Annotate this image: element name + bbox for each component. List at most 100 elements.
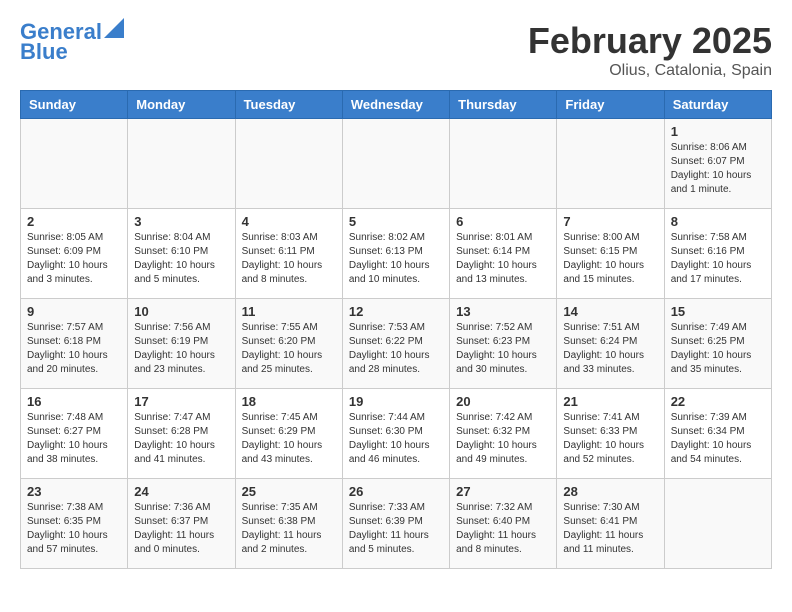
calendar-cell: 2 Sunrise: 8:05 AM Sunset: 6:09 PM Daylig… (21, 209, 128, 299)
weekday-header: Monday (128, 91, 235, 119)
day-info: Sunrise: 8:03 AM Sunset: 6:11 PM Dayligh… (242, 231, 336, 287)
day-number: 13 (456, 304, 550, 319)
calendar-cell: 3 Sunrise: 8:04 AM Sunset: 6:10 PM Daylig… (128, 209, 235, 299)
calendar-cell (450, 119, 557, 209)
day-info: Sunrise: 7:36 AM Sunset: 6:37 PM Dayligh… (134, 501, 228, 557)
calendar-cell (128, 119, 235, 209)
calendar-body: 1 Sunrise: 8:06 AM Sunset: 6:07 PM Daylig… (21, 119, 772, 569)
day-info: Sunrise: 7:58 AM Sunset: 6:16 PM Dayligh… (671, 231, 765, 287)
calendar-cell: 19Sunrise: 7:44 AM Sunset: 6:30 PM Dayli… (342, 389, 449, 479)
weekday-header: Friday (557, 91, 664, 119)
day-number: 1 (671, 124, 765, 139)
calendar-cell: 23 Sunrise: 7:38 AM Sunset: 6:35 PM Dayli… (21, 479, 128, 569)
day-info: Sunrise: 7:56 AM Sunset: 6:19 PM Dayligh… (134, 321, 228, 377)
day-number: 27 (456, 484, 550, 499)
day-number: 4 (242, 214, 336, 229)
day-info: Sunrise: 8:04 AM Sunset: 6:10 PM Dayligh… (134, 231, 228, 287)
calendar-cell: 25Sunrise: 7:35 AM Sunset: 6:38 PM Dayli… (235, 479, 342, 569)
day-info: Sunrise: 7:57 AM Sunset: 6:18 PM Dayligh… (27, 321, 121, 377)
calendar-title: February 2025 (528, 20, 772, 62)
calendar-cell (664, 479, 771, 569)
day-info: Sunrise: 7:44 AM Sunset: 6:30 PM Dayligh… (349, 411, 443, 467)
calendar-cell: 10 Sunrise: 7:56 AM Sunset: 6:19 PM Dayli… (128, 299, 235, 389)
calendar-cell: 11 Sunrise: 7:55 AM Sunset: 6:20 PM Dayli… (235, 299, 342, 389)
day-number: 2 (27, 214, 121, 229)
calendar-week-row: 1 Sunrise: 8:06 AM Sunset: 6:07 PM Daylig… (21, 119, 772, 209)
weekday-header: Wednesday (342, 91, 449, 119)
day-info: Sunrise: 7:49 AM Sunset: 6:25 PM Dayligh… (671, 321, 765, 377)
day-info: Sunrise: 7:51 AM Sunset: 6:24 PM Dayligh… (563, 321, 657, 377)
weekday-header: Saturday (664, 91, 771, 119)
day-number: 7 (563, 214, 657, 229)
calendar-cell: 15 Sunrise: 7:49 AM Sunset: 6:25 PM Dayli… (664, 299, 771, 389)
calendar-cell: 22 Sunrise: 7:39 AM Sunset: 6:34 PM Dayli… (664, 389, 771, 479)
calendar-subtitle: Olius, Catalonia, Spain (528, 62, 772, 80)
day-number: 16 (27, 394, 121, 409)
logo-icon (104, 18, 124, 38)
calendar-cell: 24 Sunrise: 7:36 AM Sunset: 6:37 PM Dayli… (128, 479, 235, 569)
calendar-cell: 8Sunrise: 7:58 AM Sunset: 6:16 PM Daylig… (664, 209, 771, 299)
calendar-cell (342, 119, 449, 209)
day-number: 20 (456, 394, 550, 409)
day-info: Sunrise: 7:33 AM Sunset: 6:39 PM Dayligh… (349, 501, 443, 557)
day-number: 3 (134, 214, 228, 229)
day-number: 14 (563, 304, 657, 319)
day-number: 18 (242, 394, 336, 409)
day-number: 24 (134, 484, 228, 499)
day-info: Sunrise: 7:53 AM Sunset: 6:22 PM Dayligh… (349, 321, 443, 377)
calendar-cell: 1 Sunrise: 8:06 AM Sunset: 6:07 PM Daylig… (664, 119, 771, 209)
calendar-cell: 4 Sunrise: 8:03 AM Sunset: 6:11 PM Daylig… (235, 209, 342, 299)
day-number: 25 (242, 484, 336, 499)
day-number: 15 (671, 304, 765, 319)
day-info: Sunrise: 7:55 AM Sunset: 6:20 PM Dayligh… (242, 321, 336, 377)
day-info: Sunrise: 7:38 AM Sunset: 6:35 PM Dayligh… (27, 501, 121, 557)
day-info: Sunrise: 7:52 AM Sunset: 6:23 PM Dayligh… (456, 321, 550, 377)
day-number: 26 (349, 484, 443, 499)
day-info: Sunrise: 7:45 AM Sunset: 6:29 PM Dayligh… (242, 411, 336, 467)
calendar-week-row: 2 Sunrise: 8:05 AM Sunset: 6:09 PM Daylig… (21, 209, 772, 299)
day-info: Sunrise: 8:06 AM Sunset: 6:07 PM Dayligh… (671, 141, 765, 197)
day-number: 11 (242, 304, 336, 319)
calendar-week-row: 16 Sunrise: 7:48 AM Sunset: 6:27 PM Dayli… (21, 389, 772, 479)
calendar-cell: 12 Sunrise: 7:53 AM Sunset: 6:22 PM Dayli… (342, 299, 449, 389)
day-number: 10 (134, 304, 228, 319)
day-info: Sunrise: 8:01 AM Sunset: 6:14 PM Dayligh… (456, 231, 550, 287)
day-number: 28 (563, 484, 657, 499)
calendar-table: SundayMondayTuesdayWednesdayThursdayFrid… (20, 90, 772, 569)
day-info: Sunrise: 7:48 AM Sunset: 6:27 PM Dayligh… (27, 411, 121, 467)
weekday-header: Thursday (450, 91, 557, 119)
calendar-week-row: 9Sunrise: 7:57 AM Sunset: 6:18 PM Daylig… (21, 299, 772, 389)
calendar-cell: 5 Sunrise: 8:02 AM Sunset: 6:13 PM Daylig… (342, 209, 449, 299)
day-info: Sunrise: 7:41 AM Sunset: 6:33 PM Dayligh… (563, 411, 657, 467)
day-number: 6 (456, 214, 550, 229)
page-header: General Blue February 2025 Olius, Catalo… (20, 20, 772, 80)
calendar-cell: 26 Sunrise: 7:33 AM Sunset: 6:39 PM Dayli… (342, 479, 449, 569)
day-number: 21 (563, 394, 657, 409)
day-number: 17 (134, 394, 228, 409)
weekday-row: SundayMondayTuesdayWednesdayThursdayFrid… (21, 91, 772, 119)
day-info: Sunrise: 7:39 AM Sunset: 6:34 PM Dayligh… (671, 411, 765, 467)
day-info: Sunrise: 7:30 AM Sunset: 6:41 PM Dayligh… (563, 501, 657, 557)
weekday-header: Sunday (21, 91, 128, 119)
calendar-cell: 20 Sunrise: 7:42 AM Sunset: 6:32 PM Dayli… (450, 389, 557, 479)
day-number: 23 (27, 484, 121, 499)
calendar-cell: 21 Sunrise: 7:41 AM Sunset: 6:33 PM Dayli… (557, 389, 664, 479)
calendar-cell: 14 Sunrise: 7:51 AM Sunset: 6:24 PM Dayli… (557, 299, 664, 389)
calendar-cell: 13 Sunrise: 7:52 AM Sunset: 6:23 PM Dayli… (450, 299, 557, 389)
day-number: 5 (349, 214, 443, 229)
calendar-header: SundayMondayTuesdayWednesdayThursdayFrid… (21, 91, 772, 119)
day-number: 22 (671, 394, 765, 409)
calendar-cell (557, 119, 664, 209)
day-info: Sunrise: 8:02 AM Sunset: 6:13 PM Dayligh… (349, 231, 443, 287)
day-info: Sunrise: 7:47 AM Sunset: 6:28 PM Dayligh… (134, 411, 228, 467)
calendar-cell (21, 119, 128, 209)
day-info: Sunrise: 7:42 AM Sunset: 6:32 PM Dayligh… (456, 411, 550, 467)
day-info: Sunrise: 8:05 AM Sunset: 6:09 PM Dayligh… (27, 231, 121, 287)
day-info: Sunrise: 7:32 AM Sunset: 6:40 PM Dayligh… (456, 501, 550, 557)
logo: General Blue (20, 20, 124, 64)
calendar-cell (235, 119, 342, 209)
calendar-cell: 28 Sunrise: 7:30 AM Sunset: 6:41 PM Dayli… (557, 479, 664, 569)
day-number: 12 (349, 304, 443, 319)
calendar-cell: 9Sunrise: 7:57 AM Sunset: 6:18 PM Daylig… (21, 299, 128, 389)
calendar-cell: 6 Sunrise: 8:01 AM Sunset: 6:14 PM Daylig… (450, 209, 557, 299)
